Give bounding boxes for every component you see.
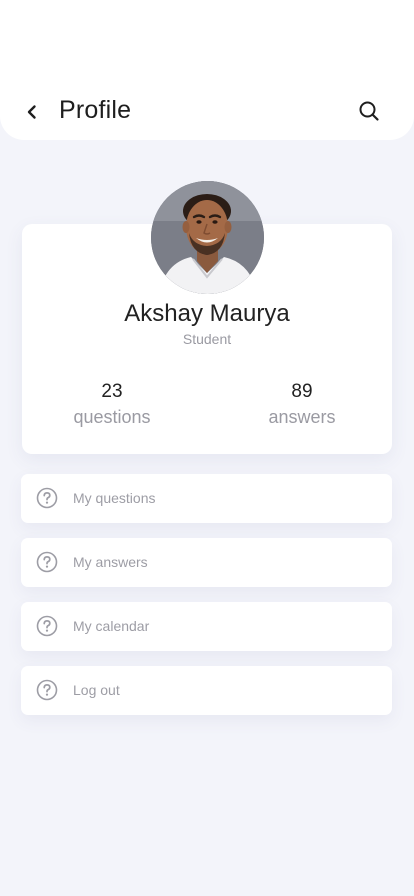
avatar[interactable] [151, 181, 264, 294]
stat-questions-value: 23 [101, 381, 123, 402]
user-name: Akshay Maurya [124, 300, 290, 327]
menu-item-my-questions[interactable]: My questions [21, 474, 392, 523]
user-role: Student [182, 331, 232, 347]
menu-item-label: My calendar [73, 618, 150, 634]
menu-item-label: My questions [73, 490, 156, 506]
menu-item-label: My answers [73, 554, 148, 570]
stat-answers-label: answers [268, 407, 336, 427]
menu-item-my-answers[interactable]: My answers [21, 538, 392, 587]
stat-answers[interactable]: 89 answers [232, 381, 372, 428]
help-circle-icon [36, 487, 58, 509]
stat-answers-value: 89 [291, 381, 313, 402]
stat-questions-label: questions [73, 407, 151, 427]
back-button[interactable] [20, 100, 44, 124]
user-photo [151, 181, 264, 294]
help-circle-icon [36, 551, 58, 573]
stat-questions[interactable]: 23 questions [42, 381, 182, 428]
profile-screen: Profile Akshay Maurya Student 23 questio… [0, 0, 414, 896]
menu-item-my-calendar[interactable]: My calendar [21, 602, 392, 651]
menu-item-log-out[interactable]: Log out [21, 666, 392, 715]
chevron-left-icon [27, 105, 36, 119]
page-title: Profile [59, 96, 132, 124]
search-button[interactable] [356, 98, 382, 124]
help-circle-icon [36, 615, 58, 637]
menu-item-label: Log out [73, 682, 120, 698]
help-circle-icon [36, 679, 58, 701]
app-header: Profile [0, 0, 414, 140]
search-icon [359, 101, 379, 121]
